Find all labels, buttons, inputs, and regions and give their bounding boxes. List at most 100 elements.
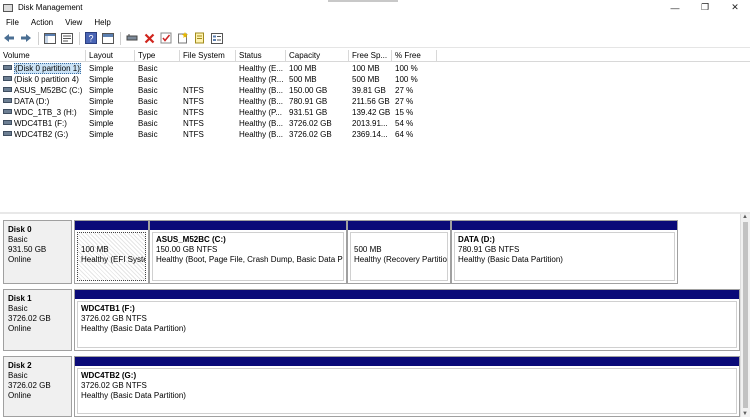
check-icon[interactable] bbox=[159, 31, 173, 45]
toolbar-separator bbox=[79, 31, 80, 45]
volume-icon bbox=[3, 98, 12, 103]
menu-action[interactable]: Action bbox=[25, 18, 59, 27]
forward-icon[interactable] bbox=[19, 31, 33, 45]
disk-0-size: 931.50 GB bbox=[8, 245, 47, 254]
free-space-cell: 139.42 GB bbox=[352, 108, 391, 117]
back-icon[interactable] bbox=[2, 31, 16, 45]
connect-drive-icon[interactable] bbox=[125, 31, 139, 45]
column-header-status[interactable]: Status bbox=[236, 50, 286, 62]
table-row[interactable]: WDC4TB2 (G:) Simple Basic NTFS Healthy (… bbox=[0, 129, 750, 140]
disk-0-info[interactable]: Disk 0 Basic 931.50 GB Online bbox=[3, 220, 72, 284]
file-system-cell: NTFS bbox=[183, 97, 204, 106]
file-system-cell bbox=[180, 63, 236, 74]
partition-disk0-d[interactable]: DATA (D:) 780.91 GB NTFS Healthy (Basic … bbox=[451, 220, 678, 284]
close-button[interactable]: ✕ bbox=[720, 0, 750, 15]
capacity-cell: 780.91 GB bbox=[289, 97, 328, 106]
type-cell: Basic bbox=[138, 75, 158, 84]
volume-icon bbox=[3, 65, 12, 70]
menu-bar: File Action View Help bbox=[0, 15, 750, 29]
table-row[interactable]: (Disk 0 partition 1) Simple Basic Health… bbox=[0, 63, 750, 74]
disk-row-disk-0[interactable]: Disk 0 Basic 931.50 GB Online 100 MB Hea… bbox=[3, 220, 740, 284]
scrollbar-thumb[interactable] bbox=[743, 222, 748, 408]
file-system-cell: NTFS bbox=[183, 86, 204, 95]
view-icon[interactable] bbox=[101, 31, 115, 45]
status-cell: Healthy (E... bbox=[239, 64, 284, 73]
column-header-capacity[interactable]: Capacity bbox=[286, 50, 349, 62]
percent-free-cell: 54 % bbox=[395, 119, 414, 128]
properties-icon[interactable] bbox=[60, 31, 74, 45]
file-system-cell: NTFS bbox=[183, 108, 204, 117]
type-cell: Basic bbox=[138, 97, 158, 106]
partition-disk0-recovery[interactable]: 500 MB Healthy (Recovery Partition bbox=[347, 220, 451, 284]
capacity-cell: 500 MB bbox=[289, 75, 317, 84]
disk-2-info[interactable]: Disk 2 Basic 3726.02 GB Online bbox=[3, 356, 72, 417]
volume-list-header: Volume Layout Type File System Status Ca… bbox=[0, 50, 750, 62]
disk-1-size: 3726.02 GB bbox=[8, 314, 51, 323]
partition-bar bbox=[452, 221, 677, 230]
disk-1-type: Basic bbox=[8, 304, 28, 313]
disk-row-disk-1[interactable]: Disk 1 Basic 3726.02 GB Online WDC4TB1 (… bbox=[3, 289, 740, 351]
partition-disk0-c[interactable]: ASUS_M52BC (C:) 150.00 GB NTFS Healthy (… bbox=[149, 220, 347, 284]
type-cell: Basic bbox=[138, 86, 158, 95]
menu-help[interactable]: Help bbox=[88, 18, 116, 27]
disk-row-disk-2[interactable]: Disk 2 Basic 3726.02 GB Online WDC4TB2 (… bbox=[3, 356, 740, 417]
volume-list: Volume Layout Type File System Status Ca… bbox=[0, 50, 750, 212]
title-bar: Disk Management — ❐ ✕ bbox=[0, 0, 750, 15]
partition-disk0-efi[interactable]: 100 MB Healthy (EFI System bbox=[74, 220, 149, 284]
column-header-file-system[interactable]: File System bbox=[180, 50, 236, 62]
partition-size: 500 MB bbox=[354, 245, 382, 254]
partition-disk2-g[interactable]: WDC4TB2 (G:) 3726.02 GB NTFS Healthy (Ba… bbox=[74, 356, 740, 417]
svg-text:?: ? bbox=[88, 34, 93, 44]
status-cell: Healthy (B... bbox=[239, 86, 284, 95]
window-title: Disk Management bbox=[18, 3, 83, 12]
partition-size: 3726.02 GB NTFS bbox=[81, 314, 147, 323]
volume-icon bbox=[3, 76, 12, 81]
vertical-scrollbar[interactable]: ▲ ▼ bbox=[740, 214, 750, 417]
layout-cell: Simple bbox=[89, 64, 114, 73]
column-header-layout[interactable]: Layout bbox=[86, 50, 135, 62]
partition-name bbox=[354, 235, 444, 245]
volume-name: (Disk 0 partition 1) bbox=[14, 63, 81, 74]
partition-name: ASUS_M52BC (C:) bbox=[156, 235, 226, 244]
disk-0-status: Online bbox=[8, 255, 32, 264]
menu-file[interactable]: File bbox=[0, 18, 25, 27]
capacity-cell: 931.51 GB bbox=[289, 108, 328, 117]
new-icon[interactable] bbox=[176, 31, 190, 45]
disk-1-info[interactable]: Disk 1 Basic 3726.02 GB Online bbox=[3, 289, 72, 351]
help-icon[interactable]: ? bbox=[84, 31, 98, 45]
partition-bar bbox=[75, 290, 739, 299]
disk-1-status: Online bbox=[8, 324, 32, 333]
menu-view[interactable]: View bbox=[59, 18, 88, 27]
column-header-volume[interactable]: Volume bbox=[0, 50, 86, 62]
capacity-cell: 100 MB bbox=[289, 64, 317, 73]
table-row[interactable]: WDC4TB1 (F:) Simple Basic NTFS Healthy (… bbox=[0, 118, 750, 129]
type-cell: Basic bbox=[138, 108, 158, 117]
rescan-icon[interactable] bbox=[193, 31, 207, 45]
partition-status: Healthy (Recovery Partition bbox=[354, 255, 448, 264]
scroll-up-icon[interactable]: ▲ bbox=[742, 214, 748, 220]
column-header-type[interactable]: Type bbox=[135, 50, 180, 62]
maximize-button[interactable]: ❐ bbox=[690, 0, 720, 15]
delete-icon[interactable] bbox=[142, 31, 156, 45]
volume-name: WDC_1TB_3 (H:) bbox=[14, 108, 77, 117]
status-cell: Healthy (P... bbox=[239, 108, 282, 117]
partition-bar bbox=[75, 357, 739, 366]
disk-1-name: Disk 1 bbox=[8, 294, 32, 303]
minimize-button[interactable]: — bbox=[660, 0, 690, 15]
partition-disk1-f[interactable]: WDC4TB1 (F:) 3726.02 GB NTFS Healthy (Ba… bbox=[74, 289, 740, 351]
volume-icon bbox=[3, 131, 12, 136]
file-system-cell bbox=[180, 74, 236, 85]
toolbar-separator bbox=[38, 31, 39, 45]
settings-icon[interactable] bbox=[210, 31, 224, 45]
scroll-down-icon[interactable]: ▼ bbox=[742, 411, 748, 417]
table-row[interactable]: ASUS_M52BC (C:) Simple Basic NTFS Health… bbox=[0, 85, 750, 96]
table-row[interactable]: WDC_1TB_3 (H:) Simple Basic NTFS Healthy… bbox=[0, 107, 750, 118]
column-header-percent-free[interactable]: % Free bbox=[392, 50, 437, 62]
status-cell: Healthy (B... bbox=[239, 130, 284, 139]
table-row[interactable]: DATA (D:) Simple Basic NTFS Healthy (B..… bbox=[0, 96, 750, 107]
column-header-free-space[interactable]: Free Sp... bbox=[349, 50, 392, 62]
partition-status: Healthy (Basic Data Partition) bbox=[458, 255, 563, 264]
layout-cell: Simple bbox=[89, 130, 114, 139]
console-tree-icon[interactable] bbox=[43, 31, 57, 45]
table-row[interactable]: (Disk 0 partition 4) Simple Basic Health… bbox=[0, 74, 750, 85]
